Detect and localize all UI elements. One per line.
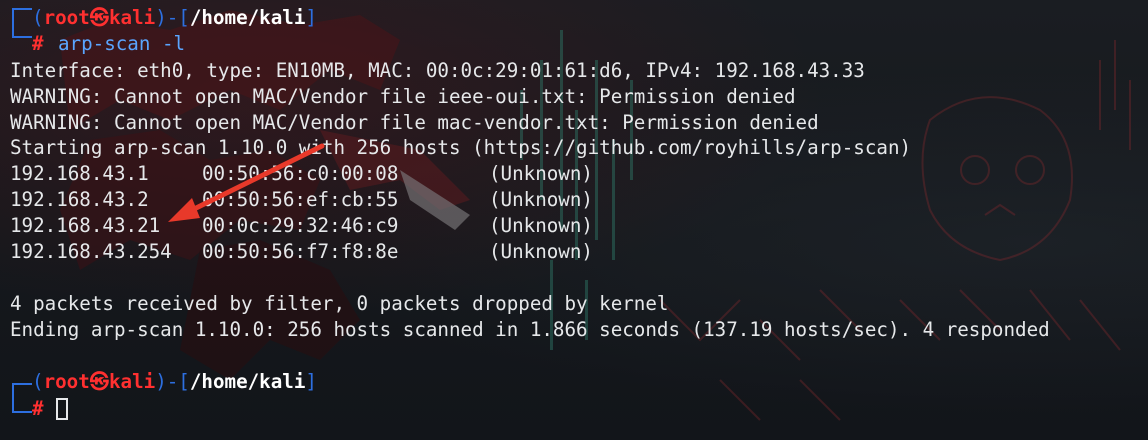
warning-line: WARNING: Cannot open MAC/Vendor file iee… — [10, 85, 796, 108]
prompt-hash: # — [32, 397, 44, 420]
terminal-window[interactable]: (root㉿kali)-[/home/kali] # arp-scan -l I… — [0, 0, 1148, 440]
prompt-header: (root㉿kali)-[/home/kali] — [32, 5, 317, 31]
interface-line: Interface: eth0, type: EN10MB, MAC: 00:0… — [10, 59, 865, 82]
host-ip: 192.168.43.2 — [10, 188, 149, 211]
prompt-open-paren: ( — [32, 6, 44, 29]
prompt-user: root — [43, 6, 90, 29]
prompt-cwd: /home/kali — [189, 6, 306, 29]
prompt-user: root — [43, 370, 90, 393]
prompt-frame-bottom — [12, 399, 32, 413]
host-mac: 00:50:56:ef:cb:55 — [202, 188, 399, 211]
prompt-host-separator: ㉿ — [89, 370, 109, 393]
prompt-close-paren: ) — [155, 6, 167, 29]
prompt-hash: # — [32, 32, 44, 55]
prompt-dash-bracket: -[ — [166, 6, 190, 29]
prompt-close-bracket: ] — [305, 370, 317, 393]
host-mac: 00:0c:29:32:46:c9 — [202, 214, 399, 237]
packets-line: 4 packets received by filter, 0 packets … — [10, 292, 669, 315]
prompt-frame-top — [12, 383, 32, 399]
command-text: arp-scan -l — [58, 32, 186, 55]
prompt-frame-top — [12, 8, 32, 24]
prompt-cwd: /home/kali — [189, 370, 306, 393]
prompt-host: kali — [108, 6, 156, 29]
terminal-output: (root㉿kali)-[/home/kali] # arp-scan -l I… — [0, 0, 1148, 440]
host-ip: 192.168.43.254 — [10, 240, 172, 263]
prompt-host-separator: ㉿ — [89, 6, 109, 29]
host-mac: 00:50:56:f7:f8:8e — [202, 240, 399, 263]
host-ip: 192.168.43.21 — [10, 214, 161, 237]
prompt-header: (root㉿kali)-[/home/kali] — [32, 369, 317, 395]
host-vendor: (Unknown) — [489, 188, 593, 211]
prompt-open-paren: ( — [32, 370, 44, 393]
prompt-dash-bracket: -[ — [166, 370, 190, 393]
host-vendor: (Unknown) — [489, 162, 593, 185]
host-ip: 192.168.43.1 — [10, 162, 149, 185]
host-mac: 00:50:56:c0:00:08 — [202, 162, 399, 185]
terminal-cursor[interactable] — [56, 398, 68, 420]
starting-line: Starting arp-scan 1.10.0 with 256 hosts … — [10, 136, 912, 159]
prompt-close-bracket: ] — [305, 6, 317, 29]
host-vendor: (Unknown) — [489, 240, 593, 263]
ending-line: Ending arp-scan 1.10.0: 256 hosts scanne… — [10, 318, 1050, 341]
host-vendor: (Unknown) — [489, 214, 593, 237]
warning-line: WARNING: Cannot open MAC/Vendor file mac… — [10, 111, 819, 134]
prompt-frame-bottom — [12, 24, 32, 38]
prompt-close-paren: ) — [155, 370, 167, 393]
prompt-host: kali — [108, 370, 156, 393]
